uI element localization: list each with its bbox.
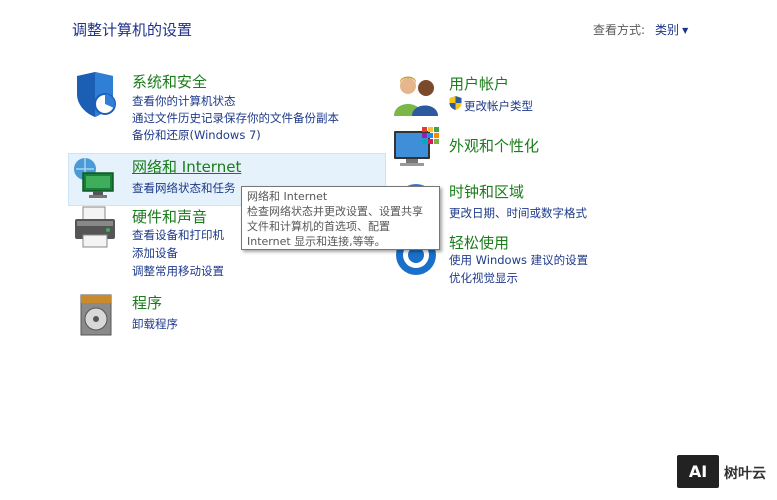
link-change-account-type[interactable]: 更改帐户类型	[464, 98, 533, 114]
category-title-user-accounts[interactable]: 用户帐户	[449, 73, 509, 94]
link-file-history[interactable]: 通过文件历史记录保存你的文件备份副本	[132, 110, 339, 126]
link-network-status[interactable]: 查看网络状态和任务	[132, 180, 236, 196]
view-by: 查看方式: 类别 ▼	[593, 21, 688, 38]
category-title-programs[interactable]: 程序	[132, 292, 162, 313]
tooltip-title: 网络和 Internet	[247, 190, 328, 203]
link-add-device[interactable]: 添加设备	[132, 245, 178, 261]
category-title-clock-region[interactable]: 时钟和区域	[449, 181, 524, 202]
view-by-value: 类别	[655, 23, 680, 37]
link-mobility-settings[interactable]: 调整常用移动设置	[132, 263, 224, 279]
link-windows-recommended[interactable]: 使用 Windows 建议的设置	[449, 252, 588, 268]
link-devices-printers[interactable]: 查看设备和打印机	[132, 227, 224, 243]
tooltip: 网络和 Internet 检查网络状态并更改设置、设置共享 文件和计算机的首选项…	[241, 186, 440, 250]
monitor-palette-icon	[394, 127, 439, 166]
uac-shield-icon	[449, 96, 462, 110]
users-icon	[394, 76, 438, 116]
page-title: 调整计算机的设置	[72, 21, 193, 39]
link-change-date-time[interactable]: 更改日期、时间或数字格式	[449, 205, 587, 221]
category-title-hardware-sound[interactable]: 硬件和声音	[132, 206, 207, 227]
programs-icon	[80, 294, 112, 336]
network-icon	[74, 158, 114, 198]
link-uninstall-program[interactable]: 卸载程序	[132, 316, 178, 332]
view-by-label: 查看方式:	[593, 23, 646, 37]
tooltip-line: Internet 显示和连接,等等。	[247, 235, 386, 248]
shield-icon	[77, 72, 116, 117]
link-optimize-display[interactable]: 优化视觉显示	[449, 270, 518, 286]
tooltip-line: 检查网络状态并更改设置、设置共享	[247, 205, 423, 218]
category-title-system-security[interactable]: 系统和安全	[132, 71, 207, 92]
watermark-text: 树叶云	[724, 466, 766, 482]
link-backup-restore[interactable]: 备份和还原(Windows 7)	[132, 127, 261, 143]
category-title-ease-of-access[interactable]: 轻松使用	[449, 232, 509, 253]
view-by-dropdown[interactable]: 类别 ▼	[655, 23, 688, 37]
category-title-appearance[interactable]: 外观和个性化	[449, 135, 539, 156]
watermark-logo: AI	[677, 455, 719, 488]
link-view-computer-status[interactable]: 查看你的计算机状态	[132, 93, 236, 109]
category-title-network-internet[interactable]: 网络和 Internet	[132, 156, 241, 177]
chevron-down-icon: ▼	[682, 26, 689, 35]
tooltip-line: 文件和计算机的首选项、配置	[247, 220, 390, 233]
printer-icon	[75, 206, 115, 248]
